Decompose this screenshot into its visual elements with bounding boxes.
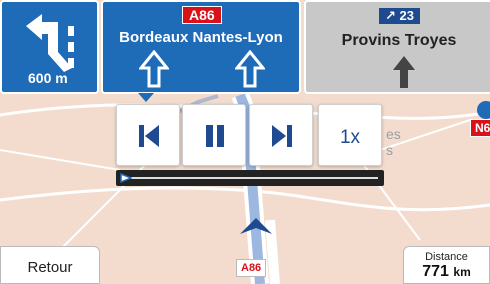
turn-sign: 600 m	[0, 0, 99, 94]
skip-back-button[interactable]	[116, 104, 180, 166]
turn-distance: 600 m	[28, 70, 68, 86]
skip-forward-button[interactable]	[249, 104, 313, 166]
pause-icon	[206, 125, 224, 147]
current-road-label: A86	[236, 259, 267, 277]
vehicle-arrow-icon	[240, 218, 272, 234]
simulation-player: 1x	[113, 104, 385, 188]
road-number-badge: ↗ 23	[379, 8, 420, 24]
secondary-sign: ↗ 23 Provins Troyes	[304, 0, 490, 94]
distance-value: 771	[422, 263, 449, 280]
distance-caption: Distance	[425, 251, 468, 263]
progress-bar[interactable]	[116, 170, 384, 186]
back-button-label: Retour	[27, 259, 73, 276]
speed-button[interactable]: 1x	[318, 104, 382, 166]
lane-turn-icon	[26, 14, 74, 72]
straight-arrow-icon	[139, 50, 169, 88]
straight-arrow-icon	[393, 56, 415, 88]
progress-handle-icon[interactable]	[120, 173, 132, 183]
direction-destinations: Bordeaux Nantes-Lyon	[119, 29, 283, 46]
sign-pointer-icon	[138, 93, 154, 102]
distance-panel[interactable]: Distance 771 km	[403, 246, 490, 284]
distance-value-wrap: 771 km	[404, 263, 489, 281]
map-road-label: N6	[470, 119, 490, 137]
straight-arrow-icon	[235, 50, 265, 88]
skip-back-icon	[139, 125, 159, 147]
direction-sign: A86 Bordeaux Nantes-Lyon	[101, 0, 301, 94]
progress-track	[128, 177, 378, 179]
speed-label: 1x	[339, 127, 361, 148]
back-button[interactable]: Retour	[0, 246, 100, 284]
secondary-destinations: Provins Troyes	[341, 32, 457, 49]
distance-unit: km	[453, 265, 471, 279]
pause-button[interactable]	[182, 104, 246, 166]
skip-forward-icon	[272, 125, 292, 147]
road-number-badge: A86	[182, 6, 222, 24]
